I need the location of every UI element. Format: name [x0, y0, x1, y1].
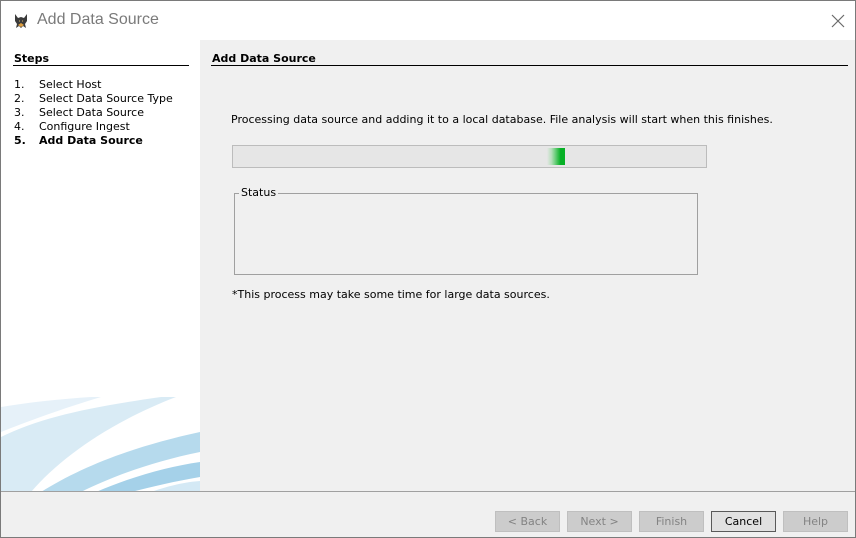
next-button[interactable]: Next >: [567, 511, 632, 532]
close-icon[interactable]: [821, 1, 855, 40]
steps-sidebar: Steps 1. Select Host 2. Select Data Source…: [1, 40, 200, 492]
step-label: Select Host: [39, 78, 102, 91]
content-panel: Add Data Source Processing data source a…: [200, 40, 855, 492]
back-button[interactable]: < Back: [495, 511, 560, 532]
step-label: Select Data Source: [39, 106, 144, 119]
window-title: Add Data Source: [37, 11, 159, 28]
swoosh-decoration: [1, 397, 200, 492]
cancel-button[interactable]: Cancel: [711, 511, 776, 532]
step-number: 5.: [14, 134, 26, 147]
title-bar[interactable]: Add Data Source: [1, 1, 855, 40]
step-number: 2.: [14, 92, 25, 105]
progress-bar: [232, 145, 707, 168]
step-item: 4. Configure Ingest: [14, 120, 173, 134]
status-box: Status: [234, 187, 698, 275]
step-item: 2. Select Data Source Type: [14, 92, 173, 106]
steps-title: Steps: [14, 52, 50, 65]
step-item-current: 5. Add Data Source: [14, 134, 173, 148]
button-bar: < Back Next > Finish Cancel Help: [1, 492, 855, 537]
status-label: Status: [239, 186, 279, 199]
progress-indicator: [547, 148, 565, 165]
step-number: 3.: [14, 106, 25, 119]
steps-list: 1. Select Host 2. Select Data Source Type …: [14, 78, 173, 148]
help-button[interactable]: Help: [783, 511, 848, 532]
panel-title: Add Data Source: [212, 52, 316, 65]
steps-divider: [13, 65, 189, 66]
add-data-source-dialog: Add Data Source Steps 1. Select Host 2. Se…: [0, 0, 856, 538]
step-number: 1.: [14, 78, 25, 91]
step-item: 1. Select Host: [14, 78, 173, 92]
autopsy-dog-icon: [12, 12, 30, 30]
step-item: 3. Select Data Source: [14, 106, 173, 120]
processing-message: Processing data source and adding it to …: [231, 113, 773, 126]
finish-button[interactable]: Finish: [639, 511, 704, 532]
step-number: 4.: [14, 120, 25, 133]
time-note: *This process may take some time for lar…: [232, 288, 550, 301]
step-label: Select Data Source Type: [39, 92, 173, 105]
panel-divider: [211, 65, 848, 66]
step-label: Configure Ingest: [39, 120, 130, 133]
step-label: Add Data Source: [39, 134, 143, 147]
